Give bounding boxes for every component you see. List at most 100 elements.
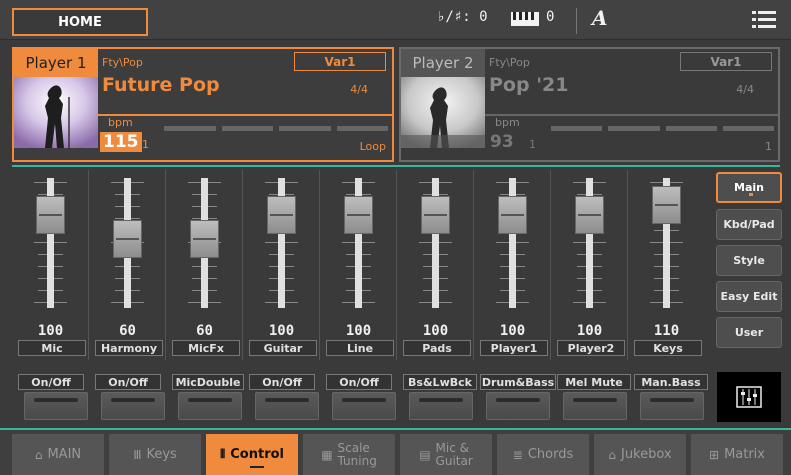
tab-label: Chords (527, 447, 574, 462)
volume-fader-guitar[interactable] (267, 196, 296, 234)
volume-fader-line[interactable] (344, 196, 373, 234)
channel-label[interactable]: MicFx (172, 340, 240, 356)
channel-label[interactable]: Keys (634, 340, 702, 356)
tab-label-2: Tuning (337, 453, 377, 468)
easy-edit-view-button[interactable]: Easy Edit (716, 281, 782, 312)
player-1-panel[interactable]: Player 1 Fty\Pop Var1 Future Pop 4/4 bpm… (12, 47, 394, 162)
channel-value: 110 (653, 323, 680, 339)
channel-strip-keys: 110 Keys (628, 170, 705, 360)
switch-label: On/Off (95, 374, 161, 390)
channel-strip-line: 100 Line (320, 170, 397, 360)
volume-fader-mic[interactable] (36, 196, 65, 234)
tab-matrix[interactable]: ⊞ Matrix (691, 434, 783, 475)
player-1-meter: 4/4 (350, 83, 368, 96)
a-mark[interactable]: A (592, 6, 608, 30)
player-1-divider (98, 114, 392, 116)
switch-label: On/Off (326, 374, 392, 390)
channel-value: 60 (119, 323, 136, 339)
topbar-divider (576, 8, 577, 34)
switch-button-mic-onoff[interactable] (24, 392, 88, 420)
volume-fader-player1[interactable] (498, 196, 527, 234)
menu-icon[interactable] (752, 9, 776, 31)
player-1-tab[interactable]: Player 1 (14, 49, 98, 77)
tab-jukebox[interactable]: ⌂ Jukebox (594, 434, 686, 475)
switch-button-mel-mute[interactable] (563, 392, 627, 420)
channel-strip-harmony: 60 Harmony (89, 170, 166, 360)
player-1-category: Fty\Pop (102, 56, 143, 69)
channel-label[interactable]: Player1 (480, 340, 548, 356)
home-button[interactable]: HOME (12, 8, 148, 36)
scale-icon: ▦ (321, 447, 333, 462)
switch-button-line-onoff[interactable] (332, 392, 396, 420)
channel-label[interactable]: Pads (403, 340, 471, 356)
player-1-tempo[interactable]: 115 (100, 132, 142, 152)
top-bar: HOME ♭/♯: 0 0 A (0, 0, 791, 40)
player-1-song-name: Future Pop (102, 74, 220, 96)
jukebox-icon: ⌂ (608, 447, 616, 462)
channel-value: 100 (422, 323, 449, 339)
channel-strip-player1: 100 Player1 (474, 170, 551, 360)
switch-button-man-bass[interactable] (640, 392, 704, 420)
tab-mic-guitar[interactable]: ▤ Mic & Guitar (400, 434, 492, 475)
tab-label: Jukebox (620, 447, 672, 462)
user-view-button[interactable]: User (716, 317, 782, 348)
kbd-pad-view-button[interactable]: Kbd/Pad (716, 209, 782, 240)
player-2-tempo[interactable]: 93 (487, 132, 517, 152)
channel-strip-guitar: 100 Guitar (243, 170, 320, 360)
player-1-variation[interactable]: Var1 (294, 52, 386, 71)
octave-value: 0 (546, 9, 555, 25)
channel-strip-pads: 100 Pads (397, 170, 474, 360)
switch-button-harmony-onoff[interactable] (101, 392, 165, 420)
style-view-button[interactable]: Style (716, 245, 782, 276)
tab-main[interactable]: ⌂ MAIN (12, 434, 104, 475)
player-2-category: Fty\Pop (489, 56, 530, 69)
player-2-tab[interactable]: Player 2 (401, 49, 485, 77)
chords-icon: ≣ (512, 447, 523, 462)
switch-label: On/Off (18, 374, 84, 390)
channel-label[interactable]: Line (326, 340, 394, 356)
channel-label[interactable]: Guitar (249, 340, 317, 356)
mixer-view-toggle[interactable] (717, 372, 781, 422)
player-2-style-image (401, 77, 485, 148)
volume-fader-harmony[interactable] (113, 220, 142, 258)
active-tab-underline (250, 466, 264, 468)
channel-label[interactable]: Player2 (557, 340, 625, 356)
switch-label: On/Off (249, 374, 315, 390)
switch-button-bs-lwbck[interactable] (409, 392, 473, 420)
channel-value: 60 (196, 323, 213, 339)
player-2-measure: 1 (529, 138, 536, 151)
switch-button-guitar-onoff[interactable] (255, 392, 319, 420)
transpose-display[interactable]: ♭/♯: 0 (437, 9, 488, 25)
player-2-progress-bars (551, 126, 774, 131)
tab-control[interactable]: ⦀ Control (206, 434, 298, 475)
volume-fader-pads[interactable] (421, 196, 450, 234)
volume-fader-player2[interactable] (575, 196, 604, 234)
switch-button-drum-bass[interactable] (486, 392, 550, 420)
channel-strip-micfx: 60 MicFx (166, 170, 243, 360)
switch-label: MicDouble (172, 374, 244, 390)
channel-value: 100 (499, 323, 526, 339)
tab-label: Scale (337, 440, 370, 455)
section-divider (12, 165, 780, 167)
player-2-variation[interactable]: Var1 (680, 52, 772, 71)
tab-label: Control (230, 447, 285, 462)
volume-fader-keys[interactable] (652, 186, 681, 224)
tab-keys[interactable]: Ⅲ Keys (109, 434, 201, 475)
channel-strip-mic: 100 Mic (12, 170, 89, 360)
channel-label[interactable]: Harmony (95, 340, 163, 356)
channel-label[interactable]: Mic (18, 340, 86, 356)
mic-icon: ▤ (419, 447, 431, 462)
switch-label: Mel Mute (557, 374, 631, 390)
player-2-end-marker: 1 (765, 140, 772, 153)
volume-fader-micfx[interactable] (190, 220, 219, 258)
player-1-style-image (14, 77, 98, 148)
switch-button-micdouble[interactable] (178, 392, 242, 420)
octave-keyboard-icon[interactable] (510, 9, 540, 29)
player-2-song-name: Pop '21 (489, 74, 569, 96)
main-view-button[interactable]: Main (716, 172, 782, 203)
tab-chords[interactable]: ≣ Chords (497, 434, 589, 475)
transpose-value: 0 (479, 9, 488, 25)
matrix-icon: ⊞ (709, 447, 720, 462)
tab-scale-tuning[interactable]: ▦ Scale Tuning (303, 434, 395, 475)
player-2-panel[interactable]: Player 2 Fty\Pop Var1 Pop '21 4/4 bpm 93… (399, 47, 780, 162)
